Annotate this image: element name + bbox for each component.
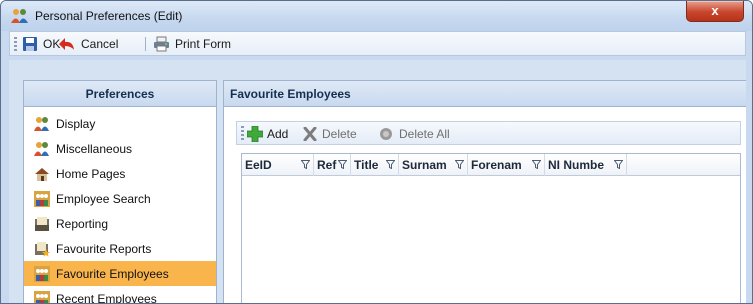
column-header-label: Forenam: [471, 158, 522, 172]
people-icon: [34, 116, 49, 131]
favourite-employees-panel: Favourite Employees Add Delete Delete Al…: [223, 80, 746, 303]
preferences-window: Personal Preferences (Edit) x OK Cancel: [0, 0, 753, 304]
preferences-list: Display Miscellaneous Home Pages Employe…: [24, 107, 216, 304]
preference-item-label: Favourite Reports: [56, 241, 152, 256]
add-button[interactable]: Add: [247, 126, 288, 142]
home-icon: [35, 167, 49, 181]
preference-item-favourite-employees[interactable]: Favourite Employees: [24, 261, 216, 286]
filter-icon[interactable]: [386, 160, 395, 169]
preference-item-label: Reporting: [56, 216, 109, 231]
ok-button[interactable]: OK: [22, 36, 60, 52]
favourite-employees-header-label: Favourite Employees: [230, 86, 351, 101]
close-icon: x: [711, 3, 719, 18]
column-header-label: EeID: [245, 158, 272, 172]
toolbar-grip[interactable]: [14, 37, 17, 51]
preference-item-label: Recent Employees: [56, 291, 157, 304]
preference-item-label: Display: [56, 116, 96, 131]
column-header-forename[interactable]: Forenam: [468, 154, 545, 176]
employee-group-icon: [34, 265, 50, 282]
employee-group-icon: [34, 290, 50, 303]
print-form-button[interactable]: Print Form: [153, 36, 231, 52]
preference-item-label: Home Pages: [56, 166, 126, 181]
toolbar-grip[interactable]: [241, 126, 244, 140]
column-header-label: Title: [354, 158, 379, 172]
add-label: Add: [267, 127, 289, 141]
print-form-label: Print Form: [175, 37, 232, 51]
favourite-employees-grid[interactable]: EeID Ref Title Surnam Forenam NI Numbe: [241, 153, 741, 303]
column-header-title[interactable]: Title: [351, 154, 399, 176]
preference-item-label: Employee Search: [56, 191, 151, 206]
cancel-label: Cancel: [81, 37, 119, 51]
grid-header-row: EeID Ref Title Surnam Forenam NI Numbe: [242, 154, 740, 176]
preference-item-recent-employees[interactable]: Recent Employees: [24, 286, 216, 304]
column-header-ref[interactable]: Ref: [314, 154, 351, 176]
main-toolbar: OK Cancel Print Form: [9, 31, 746, 56]
preference-item-favourite-reports[interactable]: Favourite Reports: [24, 236, 216, 261]
preference-item-home-pages[interactable]: Home Pages: [24, 161, 216, 186]
column-header-surname[interactable]: Surnam: [399, 154, 468, 176]
filter-icon[interactable]: [301, 160, 310, 169]
preference-item-label: Miscellaneous: [56, 141, 133, 156]
column-header-label: Ref: [317, 158, 337, 172]
people-icon: [11, 9, 28, 23]
delete-all-label: Delete All: [399, 127, 450, 141]
column-header-eeid[interactable]: EeID: [242, 154, 314, 176]
column-header-label: NI Numbe: [548, 158, 605, 172]
delete-icon: [303, 127, 317, 141]
title-bar[interactable]: Personal Preferences (Edit) x: [1, 1, 752, 31]
employee-group-icon: [34, 190, 50, 207]
preference-item-miscellaneous[interactable]: Miscellaneous: [24, 136, 216, 161]
undo-arrow-icon: [59, 38, 74, 50]
preference-item-reporting[interactable]: Reporting: [24, 211, 216, 236]
cancel-button[interactable]: Cancel: [58, 36, 118, 52]
preferences-header: Preferences: [24, 81, 216, 107]
filter-icon[interactable]: [455, 160, 464, 169]
save-icon: [23, 37, 37, 51]
filter-icon[interactable]: [338, 160, 347, 169]
preference-item-label: Favourite Employees: [56, 266, 169, 281]
preference-item-display[interactable]: Display: [24, 111, 216, 136]
preferences-panel: Preferences Display Miscellaneous Home P…: [23, 80, 217, 304]
report-icon: [35, 216, 49, 231]
report-star-icon: [35, 241, 50, 257]
close-button[interactable]: x: [686, 1, 744, 22]
delete-button[interactable]: Delete: [303, 126, 357, 142]
grid-toolbar: Add Delete Delete All: [236, 121, 741, 145]
favourite-employees-header: Favourite Employees: [224, 81, 746, 107]
column-header-ni-number[interactable]: NI Numbe: [545, 154, 627, 176]
filter-icon[interactable]: [614, 160, 623, 169]
content-area: Preferences Display Miscellaneous Home P…: [9, 60, 746, 304]
column-header-label: Surnam: [402, 158, 447, 172]
add-icon: [247, 126, 263, 142]
delete-label: Delete: [322, 127, 357, 141]
print-icon: [154, 36, 169, 52]
delete-all-button[interactable]: Delete All: [379, 126, 450, 142]
preferences-header-label: Preferences: [85, 86, 155, 101]
people-icon: [34, 141, 49, 156]
delete-all-icon: [380, 128, 392, 140]
filter-icon[interactable]: [532, 160, 541, 169]
preference-item-employee-search[interactable]: Employee Search: [24, 186, 216, 211]
window-title: Personal Preferences (Edit): [35, 9, 183, 23]
toolbar-separator: [145, 37, 146, 51]
